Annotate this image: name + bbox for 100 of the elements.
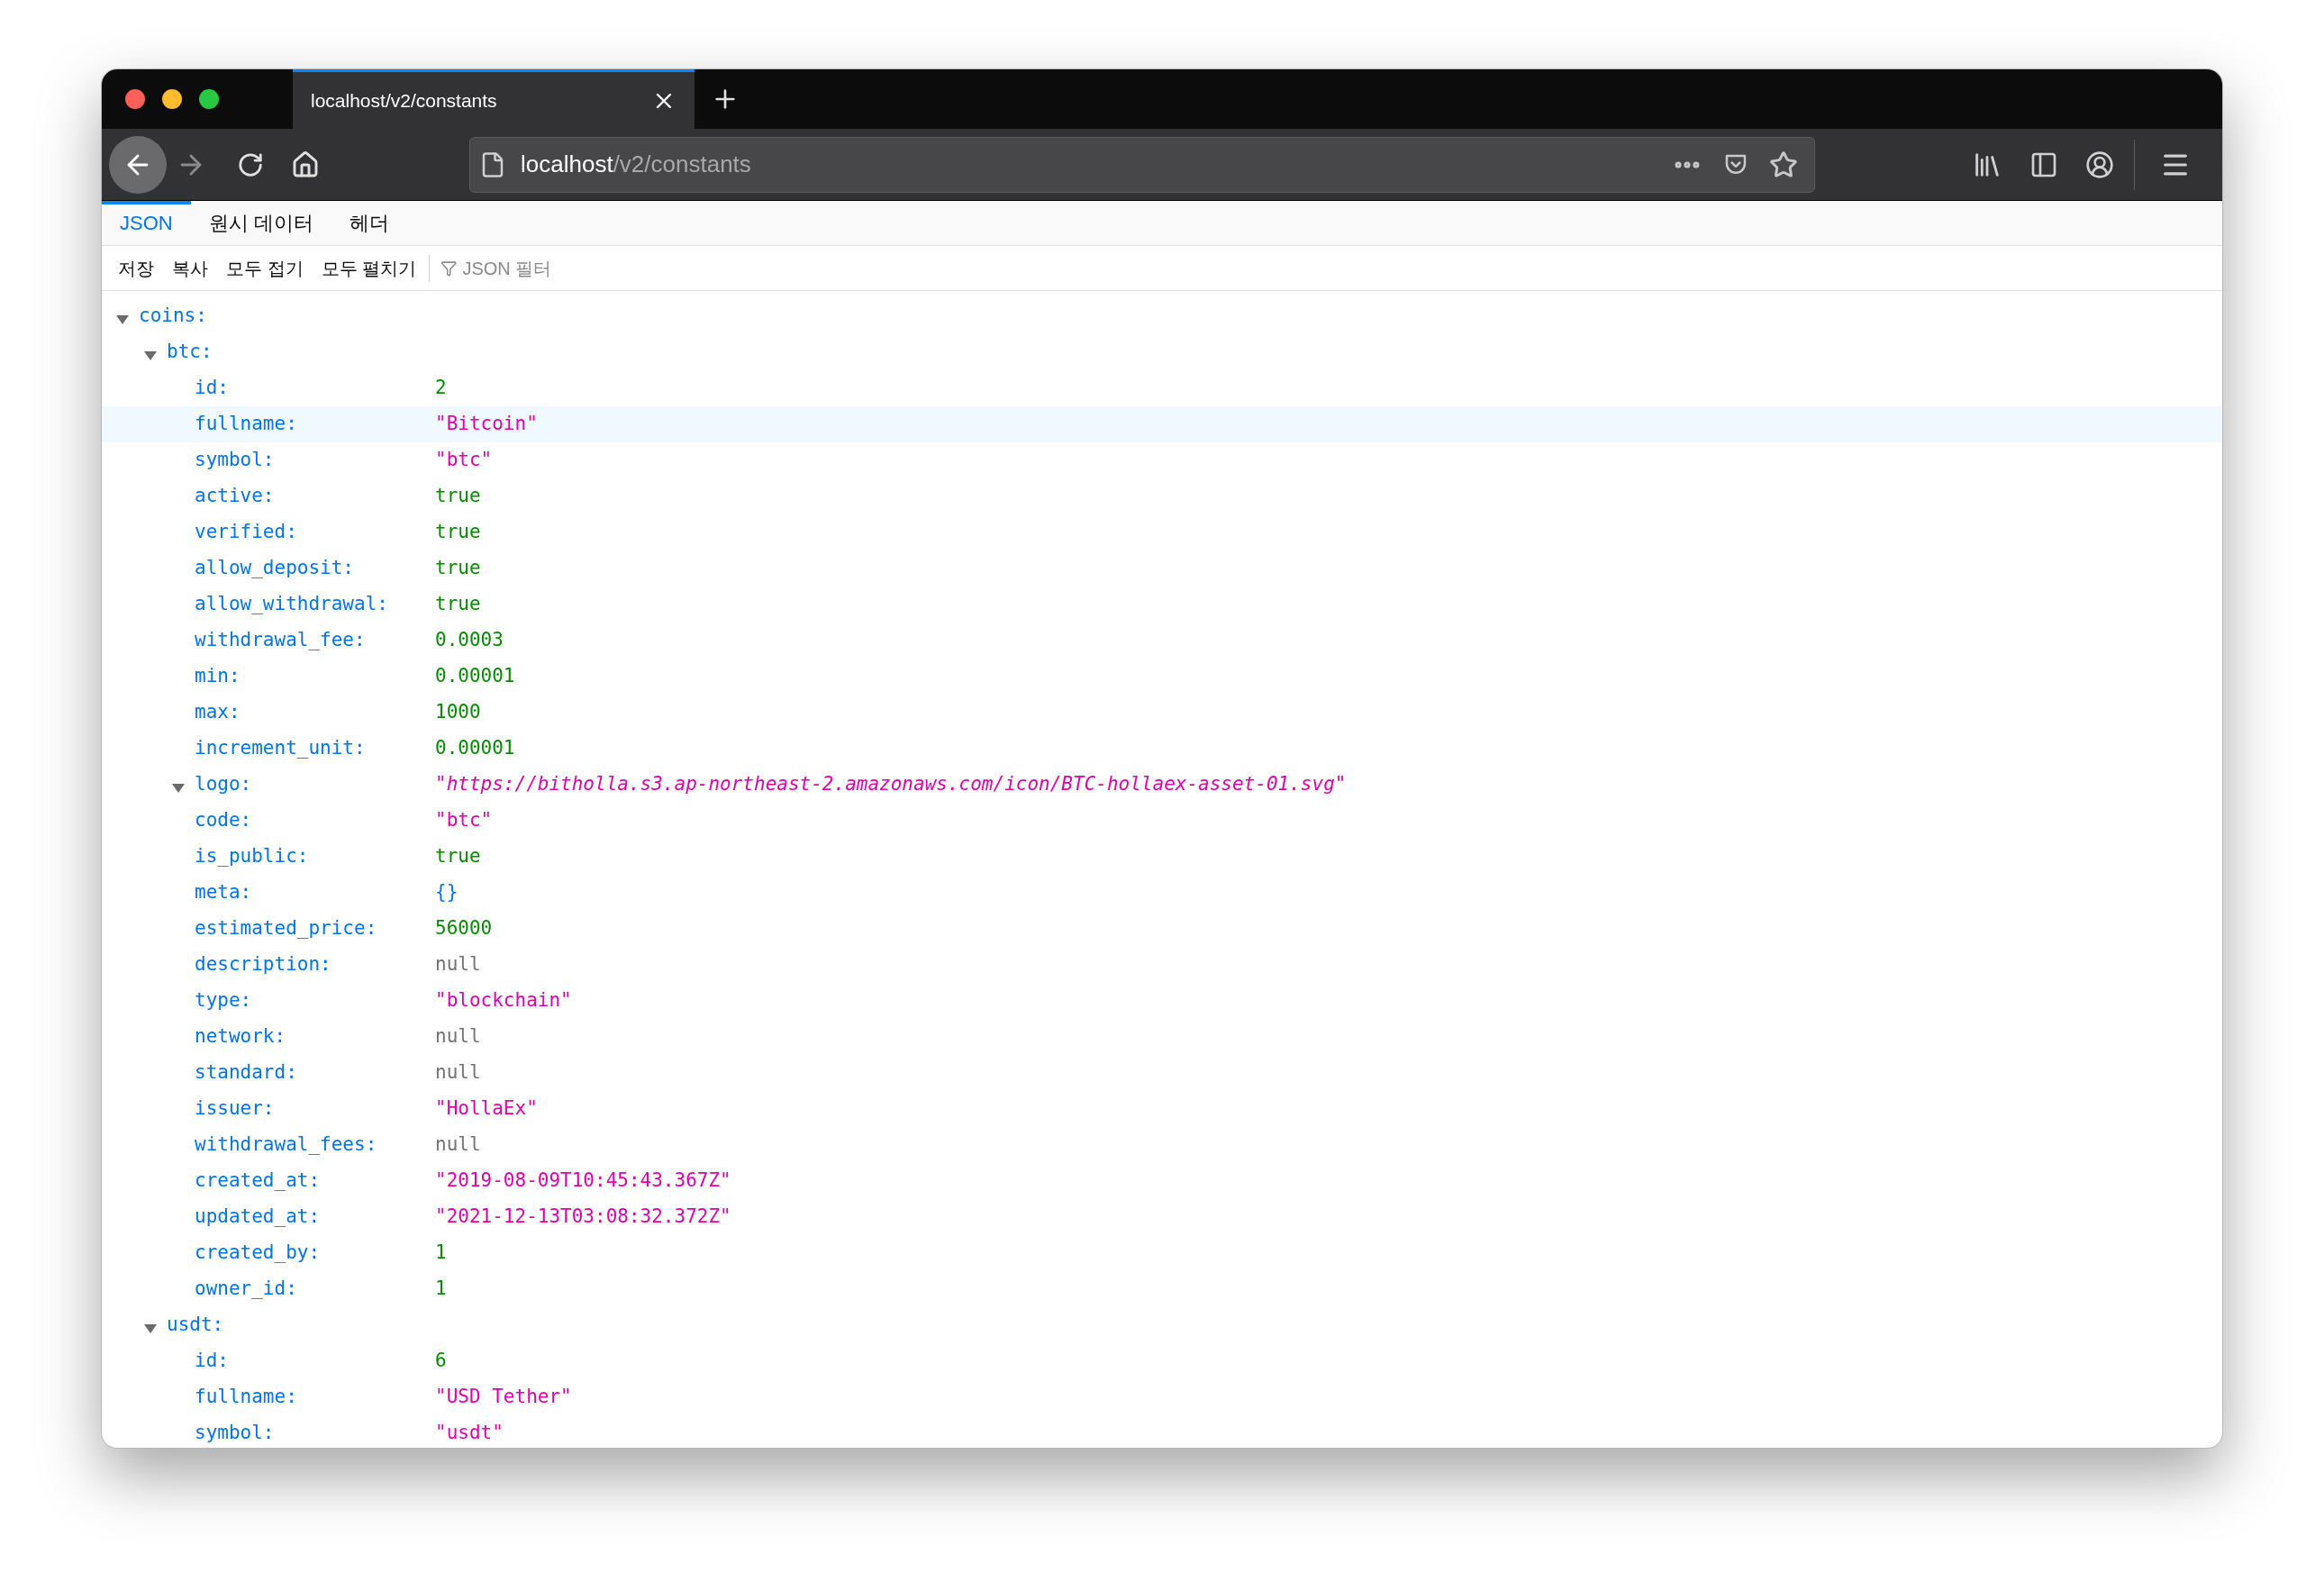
reload-icon[interactable]: [237, 150, 264, 178]
json-key: created_by:: [195, 1241, 321, 1264]
json-row[interactable]: btc:: [102, 334, 2222, 370]
json-row[interactable]: estimated_price: 56000: [102, 911, 2222, 947]
star-icon[interactable]: [1769, 150, 1798, 179]
json-row[interactable]: min: 0.00001: [102, 659, 2222, 695]
json-row[interactable]: standard: null: [102, 1055, 2222, 1091]
json-row[interactable]: description: null: [102, 947, 2222, 983]
json-row[interactable]: owner_id: 1: [102, 1271, 2222, 1307]
json-row[interactable]: allow_withdrawal: true: [102, 586, 2222, 623]
json-value: "blockchain": [435, 988, 572, 1014]
json-key: coins:: [139, 305, 207, 327]
json-key: fullname:: [195, 413, 297, 435]
json-value: 2: [435, 376, 447, 401]
json-key: id:: [195, 377, 229, 399]
json-key: issuer:: [195, 1097, 275, 1120]
json-row[interactable]: id: 2: [102, 370, 2222, 406]
json-value: 1000: [435, 700, 481, 725]
json-row[interactable]: created_by: 1: [102, 1235, 2222, 1271]
json-row[interactable]: issuer: "HollaEx": [102, 1091, 2222, 1127]
json-row[interactable]: fullname: "USD Tether": [102, 1379, 2222, 1415]
json-row[interactable]: allow_deposit: true: [102, 550, 2222, 586]
json-value: true: [435, 592, 481, 617]
json-key: verified:: [195, 521, 297, 543]
json-row[interactable]: fullname: "Bitcoin": [102, 406, 2222, 442]
json-key: owner_id:: [195, 1277, 297, 1300]
json-key: standard:: [195, 1061, 297, 1084]
json-row[interactable]: verified: true: [102, 514, 2222, 550]
json-key: increment_unit:: [195, 737, 366, 759]
filter-input[interactable]: JSON 필터: [462, 254, 704, 282]
json-value: 6: [435, 1349, 447, 1374]
json-row[interactable]: withdrawal_fee: 0.0003: [102, 623, 2222, 659]
json-row[interactable]: max: 1000: [102, 695, 2222, 731]
json-row[interactable]: symbol: "usdt": [102, 1415, 2222, 1448]
home-icon[interactable]: [291, 150, 320, 179]
filter-icon: [440, 259, 458, 277]
url-text: localhost/v2/constants: [521, 150, 752, 179]
collapse-triangle-icon[interactable]: [143, 350, 158, 362]
json-row[interactable]: active: true: [102, 478, 2222, 514]
json-key: max:: [195, 701, 241, 723]
json-row[interactable]: symbol: "btc": [102, 442, 2222, 478]
json-row[interactable]: id: 6: [102, 1343, 2222, 1379]
json-row[interactable]: increment_unit: 0.00001: [102, 731, 2222, 767]
toolbar-button[interactable]: 복사: [163, 250, 217, 286]
json-row[interactable]: type: "blockchain": [102, 983, 2222, 1019]
json-key: network:: [195, 1025, 286, 1048]
json-value: 1: [435, 1241, 447, 1266]
json-key: symbol:: [195, 1422, 275, 1444]
address-bar[interactable]: localhost/v2/constants: [469, 136, 1815, 193]
browser-tab[interactable]: localhost/v2/constants: [293, 69, 694, 129]
toolbar-button[interactable]: 저장: [109, 250, 163, 286]
json-key: allow_withdrawal:: [195, 593, 388, 615]
json-key: withdrawal_fees:: [195, 1133, 377, 1156]
json-row[interactable]: is_public: true: [102, 839, 2222, 875]
collapse-triangle-icon[interactable]: [143, 1323, 158, 1335]
json-key: withdrawal_fee:: [195, 629, 366, 651]
json-key: logo:: [195, 773, 252, 796]
json-value: null: [435, 1132, 481, 1158]
viewer-tab[interactable]: 헤더: [331, 201, 407, 245]
json-value: null: [435, 952, 481, 977]
json-row[interactable]: usdt:: [102, 1307, 2222, 1343]
account-icon[interactable]: [2085, 150, 2114, 179]
json-row[interactable]: meta: {}: [102, 875, 2222, 911]
collapse-triangle-icon[interactable]: [171, 783, 186, 795]
json-key: symbol:: [195, 449, 275, 471]
json-row[interactable]: updated_at: "2021-12-13T03:08:32.372Z": [102, 1199, 2222, 1235]
json-value: null: [435, 1060, 481, 1086]
toolbar-button[interactable]: 모두 펼치기: [312, 250, 426, 286]
json-row[interactable]: coins:: [102, 298, 2222, 334]
json-row[interactable]: logo: "https://bitholla.s3.ap-northeast-2.amazonaws.com/icon/BTC-hollaex-asset-01.svg": [102, 767, 2222, 803]
json-row[interactable]: created_at: "2019-08-09T10:45:43.367Z": [102, 1163, 2222, 1199]
json-value: 1: [435, 1277, 447, 1302]
viewer-tab[interactable]: 원시 데이터: [190, 201, 331, 245]
json-key: active:: [195, 485, 275, 507]
collapse-triangle-icon[interactable]: [115, 314, 130, 326]
json-value: true: [435, 844, 481, 869]
toolbar-button[interactable]: 모두 접기: [217, 250, 313, 286]
json-value: 0.00001: [435, 664, 515, 689]
json-key: id:: [195, 1350, 229, 1372]
json-value: true: [435, 484, 481, 509]
filter-field[interactable]: JSON 필터: [433, 250, 704, 286]
json-value: "btc": [435, 448, 493, 473]
json-value: 0.00001: [435, 736, 515, 761]
close-window-button[interactable]: [125, 89, 145, 109]
json-value: "https://bitholla.s3.ap-northeast-2.amazonaws.com/icon/BTC-hollaex-asset-01.svg": [435, 772, 1347, 797]
json-value: {}: [435, 880, 458, 905]
json-row[interactable]: network: null: [102, 1019, 2222, 1055]
json-value: "usdt": [435, 1421, 504, 1446]
json-row[interactable]: code: "btc": [102, 803, 2222, 839]
minimize-window-button[interactable]: [162, 89, 182, 109]
json-key: meta:: [195, 881, 252, 904]
json-key: is_public:: [195, 845, 309, 868]
json-key: fullname:: [195, 1386, 297, 1408]
json-value: "btc": [435, 808, 493, 833]
json-key: estimated_price:: [195, 917, 377, 940]
json-value: "2021-12-13T03:08:32.372Z": [435, 1205, 731, 1230]
json-key: description:: [195, 953, 331, 976]
zoom-window-button[interactable]: [199, 89, 219, 109]
json-row[interactable]: withdrawal_fees: null: [102, 1127, 2222, 1163]
json-key: min:: [195, 665, 241, 687]
